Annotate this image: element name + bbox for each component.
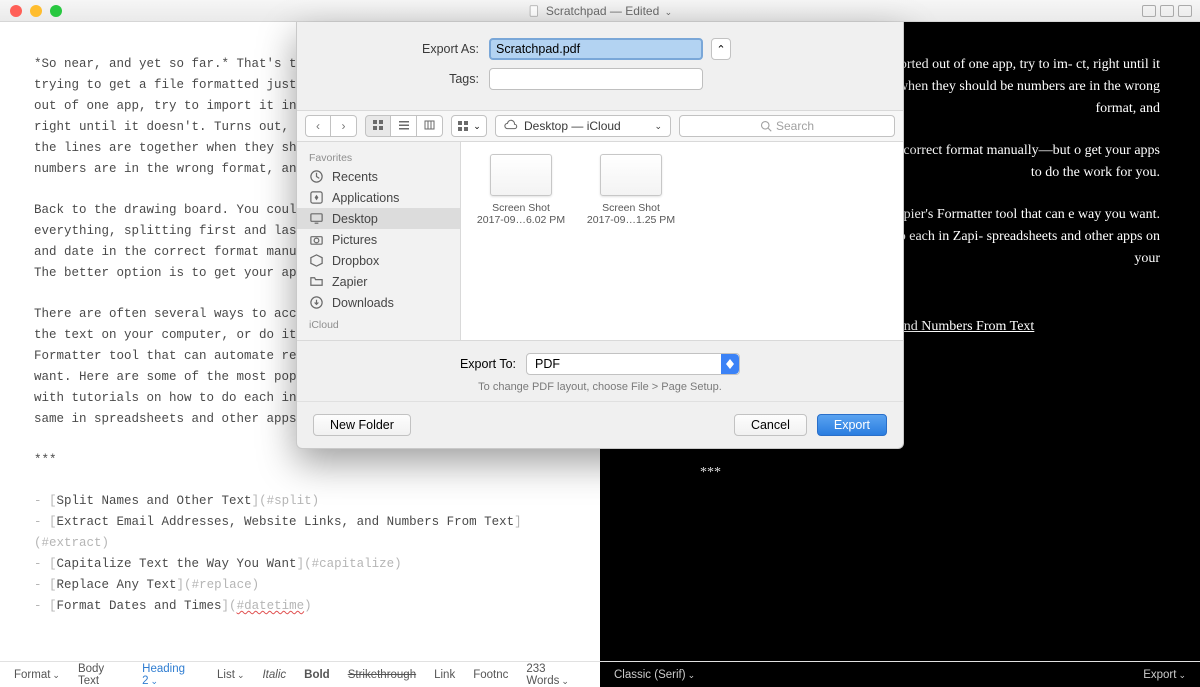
sidebar-item-dropbox[interactable]: Dropbox: [297, 250, 460, 271]
style-menu[interactable]: Body Text: [78, 663, 124, 687]
sidebar-item-applications[interactable]: Applications: [297, 187, 460, 208]
markdown-link-line: - [Extract Email Addresses, Website Link…: [34, 512, 566, 554]
sidebar-item-label: Zapier: [332, 275, 367, 289]
app-icon: [309, 190, 324, 205]
window-titlebar: Scratchpad — Edited ⌄: [0, 0, 1200, 22]
file-browser-area[interactable]: Screen Shot2017-09…6.02 PMScreen Shot201…: [461, 142, 903, 340]
footnote-button[interactable]: Footnc: [473, 669, 508, 681]
tags-input[interactable]: [489, 68, 703, 90]
sidebar-item-label: Applications: [332, 191, 399, 205]
export-as-label: Export As:: [321, 42, 489, 56]
location-label: Desktop — iCloud: [524, 119, 621, 133]
file-date: 2017-09…1.25 PM: [583, 214, 679, 226]
markdown-link-line: - [Replace Any Text](#replace): [34, 575, 566, 596]
export-menu[interactable]: Export⌄: [1143, 669, 1186, 681]
sidebar-item-label: Downloads: [332, 296, 394, 310]
file-thumbnail: [600, 154, 662, 196]
layout-button-3[interactable]: [1178, 5, 1192, 17]
file-thumbnail: [490, 154, 552, 196]
maximize-window-button[interactable]: [50, 5, 62, 17]
editor-statusbar: Format⌄ Body Text Heading 2⌄ List⌄ Itali…: [0, 662, 600, 687]
preview-stars: ***: [700, 462, 1160, 484]
italic-button[interactable]: Italic: [262, 669, 286, 681]
back-button[interactable]: ‹: [305, 115, 331, 137]
camera-icon: [309, 232, 324, 247]
column-view-button[interactable]: [417, 115, 443, 137]
search-field[interactable]: Search: [679, 115, 895, 137]
link-button[interactable]: Link: [434, 669, 455, 681]
export-format-select[interactable]: PDF: [526, 353, 740, 375]
export-button[interactable]: Export: [817, 414, 887, 436]
word-count: 233 Words⌄: [526, 663, 586, 687]
list-view-button[interactable]: [391, 115, 417, 137]
select-arrows-icon: [721, 354, 739, 374]
sidebar-item-zapier[interactable]: Zapier: [297, 271, 460, 292]
desktopscreen-icon: [309, 211, 324, 226]
markdown-link-line: - [Format Dates and Times](#datetime): [34, 596, 566, 617]
cloud-icon: [504, 119, 518, 133]
layout-button-2[interactable]: [1160, 5, 1174, 17]
search-placeholder: Search: [776, 119, 814, 133]
format-menu[interactable]: Format⌄: [14, 669, 60, 681]
forward-button[interactable]: ›: [331, 115, 357, 137]
close-window-button[interactable]: [10, 5, 22, 17]
sidebar-item-downloads[interactable]: Downloads: [297, 292, 460, 313]
icon-view-button[interactable]: [365, 115, 391, 137]
location-popup[interactable]: Desktop — iCloud ⌄: [495, 115, 671, 137]
export-hint: To change PDF layout, choose File > Page…: [321, 381, 879, 393]
sidebar-item-label: Desktop: [332, 212, 378, 226]
export-sheet: Export As: ⌃ Tags: ‹ › ⌄ Desk: [296, 22, 904, 449]
arrange-button[interactable]: ⌄: [451, 115, 487, 137]
export-to-label: Export To:: [460, 357, 516, 371]
window-title: Scratchpad — Edited ⌄: [546, 4, 672, 18]
file-item[interactable]: Screen Shot2017-09…6.02 PM: [473, 154, 569, 226]
document-icon: [528, 5, 540, 17]
folder-icon: [309, 274, 324, 289]
expand-collapse-button[interactable]: ⌃: [711, 38, 731, 60]
sidebar-item-pictures[interactable]: Pictures: [297, 229, 460, 250]
nav-buttons: ‹ ›: [305, 115, 357, 137]
favorites-header: Favorites: [297, 146, 460, 166]
sidebar-item-label: Recents: [332, 170, 378, 184]
sidebar-item-label: Pictures: [332, 233, 377, 247]
preview-statusbar: Classic (Serif)⌄ Export⌄: [600, 662, 1200, 687]
export-as-input[interactable]: [489, 38, 703, 60]
heading-menu[interactable]: Heading 2⌄: [142, 663, 199, 687]
list-menu[interactable]: List⌄: [217, 669, 244, 681]
search-icon: [760, 120, 772, 132]
file-item[interactable]: Screen Shot2017-09…1.25 PM: [583, 154, 679, 226]
layout-button-1[interactable]: [1142, 5, 1156, 17]
strike-button[interactable]: Strikethrough: [348, 669, 416, 681]
download-icon: [309, 295, 324, 310]
file-name: Screen Shot: [473, 202, 569, 214]
markdown-link-line: - [Split Names and Other Text](#split): [34, 491, 566, 512]
export-format-value: PDF: [535, 357, 560, 371]
tags-label: Tags:: [321, 72, 489, 86]
hr-stars: ***: [34, 450, 566, 471]
new-folder-button[interactable]: New Folder: [313, 414, 411, 436]
icloud-header: iCloud: [297, 313, 460, 333]
traffic-lights: [10, 5, 62, 17]
box-icon: [309, 253, 324, 268]
finder-sidebar: Favorites Recents Applications Desktop Pict…: [297, 142, 461, 340]
minimize-window-button[interactable]: [30, 5, 42, 17]
cancel-button[interactable]: Cancel: [734, 414, 807, 436]
theme-menu[interactable]: Classic (Serif)⌄: [614, 669, 695, 681]
sidebar-item-recents[interactable]: Recents: [297, 166, 460, 187]
file-date: 2017-09…6.02 PM: [473, 214, 569, 226]
markdown-link-line: - [Capitalize Text the Way You Want](#ca…: [34, 554, 566, 575]
clock-icon: [309, 169, 324, 184]
file-name: Screen Shot: [583, 202, 679, 214]
sidebar-item-desktop[interactable]: Desktop: [297, 208, 460, 229]
bold-button[interactable]: Bold: [304, 669, 330, 681]
sidebar-item-label: Dropbox: [332, 254, 379, 268]
